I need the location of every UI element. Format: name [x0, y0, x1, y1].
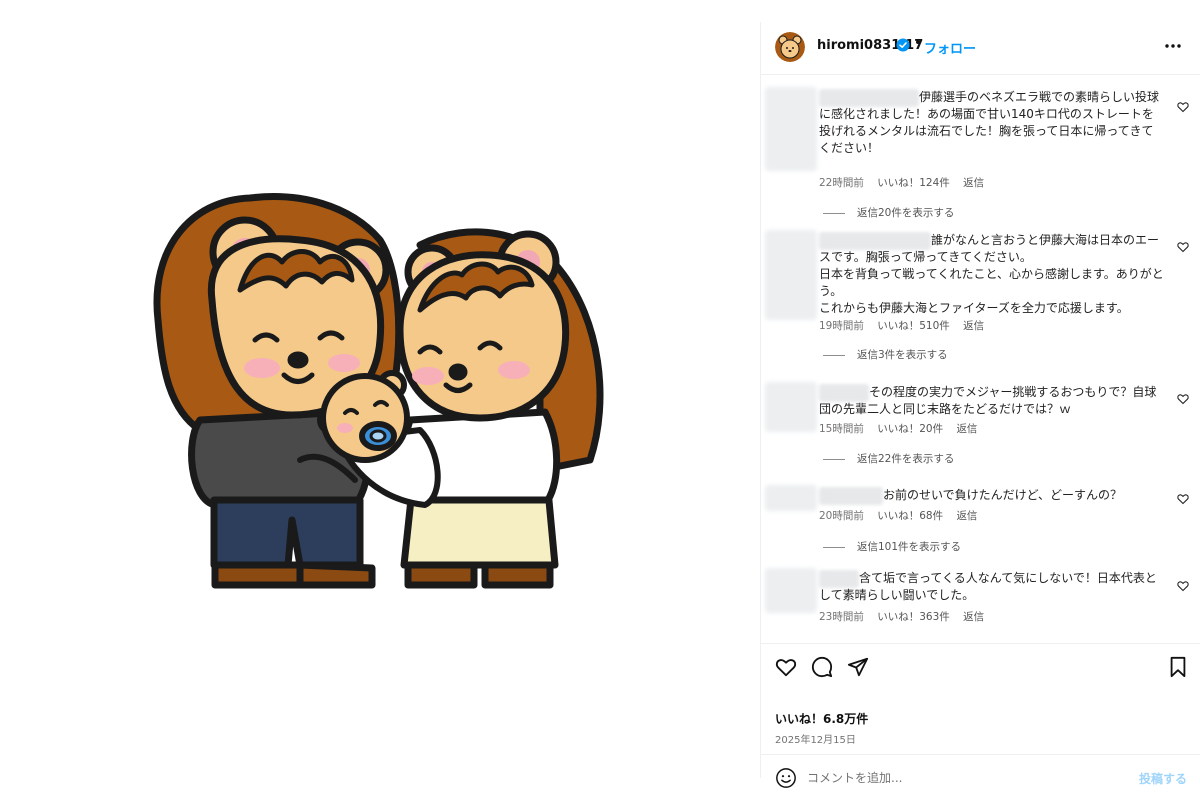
emoji-icon[interactable]: [775, 767, 797, 789]
heart-icon[interactable]: [1177, 393, 1189, 405]
comment-time: 15時間前: [819, 423, 864, 435]
reply-button[interactable]: 返信: [963, 611, 984, 623]
bear-avatar-icon[interactable]: [775, 32, 805, 62]
comment-input[interactable]: [807, 768, 1107, 788]
comment-meta: 22時間前 いいね！124件 返信: [819, 175, 994, 190]
post-date: 2025年12月15日: [775, 735, 856, 746]
comment-avatar: [765, 485, 817, 511]
bear-family-illustration: [153, 193, 604, 589]
comment-likes[interactable]: いいね！68件: [877, 510, 943, 522]
post-actions: いいね！6.8万件 2025年12月15日 投稿する: [761, 643, 1200, 788]
comment-meta: 19時間前 いいね！510件 返信: [819, 318, 994, 333]
view-replies-label: 返信101件を表示する: [857, 541, 962, 553]
reply-button[interactable]: 返信: [963, 320, 984, 332]
view-replies-label: 返信20件を表示する: [857, 207, 955, 219]
view-replies-button[interactable]: 返信101件を表示する: [823, 539, 961, 554]
view-replies-label: 返信3件を表示する: [857, 349, 948, 361]
comment-avatar: [765, 230, 817, 320]
heart-icon[interactable]: [1177, 580, 1189, 592]
comment-meta: 23時間前 いいね！363件 返信: [819, 609, 994, 624]
heart-icon[interactable]: [1177, 101, 1189, 113]
comment-time: 22時間前: [819, 177, 864, 189]
comment-avatar: [765, 568, 817, 613]
reply-button[interactable]: 返信: [956, 423, 977, 435]
verified-badge-icon: [896, 38, 910, 52]
comment-meta: 20時間前 いいね！68件 返信: [819, 508, 987, 523]
post-likes-count[interactable]: いいね！6.8万件: [775, 710, 868, 727]
view-replies-label: 返信22件を表示する: [857, 453, 955, 465]
comment-text: 誰がなんと言おうと伊藤大海は日本のエースです。胸張って帰ってきてください。 日本…: [819, 233, 1164, 315]
bookmark-icon[interactable]: [1167, 656, 1189, 678]
post-image: [0, 0, 760, 800]
comment-text: 伊藤選手のベネズエラ戦での素晴らしい投球に感化されました！あの場面で甘い140キ…: [819, 90, 1160, 155]
reply-button[interactable]: 返信: [963, 177, 984, 189]
view-replies-button[interactable]: 返信20件を表示する: [823, 205, 954, 220]
comments-list: 伊藤選手のベネズエラ戦での素晴らしい投球に感化されました！あの場面で甘い140キ…: [761, 75, 1200, 643]
heart-icon[interactable]: [775, 656, 797, 678]
comment-avatar: [765, 382, 817, 432]
comment-meta: 15時間前 いいね！20件 返信: [819, 421, 987, 436]
reply-button[interactable]: 返信: [956, 510, 977, 522]
share-icon[interactable]: [847, 656, 869, 678]
post-header: hiromi0831.17 • フォロー: [761, 22, 1200, 75]
post-comment-button[interactable]: 投稿する: [1139, 770, 1187, 787]
view-replies-button[interactable]: 返信3件を表示する: [823, 347, 948, 362]
header-separator: •: [914, 36, 922, 51]
heart-icon[interactable]: [1177, 493, 1189, 505]
comment-time: 23時間前: [819, 611, 864, 623]
comment-text: お前のせいで負けたんだけど、どーすんの？: [883, 488, 1123, 502]
comment-avatar: [765, 87, 817, 171]
follow-button[interactable]: フォロー: [924, 38, 976, 57]
comment-text: 含て垢で言ってくる人なんて気にしないで！日本代表として素晴らしい闘いでした。: [819, 571, 1157, 602]
comment-icon[interactable]: [811, 656, 833, 678]
view-replies-button[interactable]: 返信22件を表示する: [823, 451, 954, 466]
post-panel: hiromi0831.17 • フォロー 伊藤選手のベネズエラ戦での素晴らしい投…: [760, 22, 1200, 788]
heart-icon[interactable]: [1177, 241, 1189, 253]
comment-composer: 投稿する: [761, 754, 1200, 801]
comment-likes[interactable]: いいね！20件: [877, 423, 943, 435]
comment-time: 19時間前: [819, 320, 864, 332]
comment-text: その程度の実力でメジャー挑戦するおつもりで？自球団の先輩二人と同じ末路をたどるだ…: [819, 385, 1157, 416]
comment-likes[interactable]: いいね！124件: [877, 177, 950, 189]
comment-time: 20時間前: [819, 510, 864, 522]
more-options-icon[interactable]: [1163, 38, 1183, 54]
comment-likes[interactable]: いいね！510件: [877, 320, 950, 332]
comment-likes[interactable]: いいね！363件: [877, 611, 950, 623]
